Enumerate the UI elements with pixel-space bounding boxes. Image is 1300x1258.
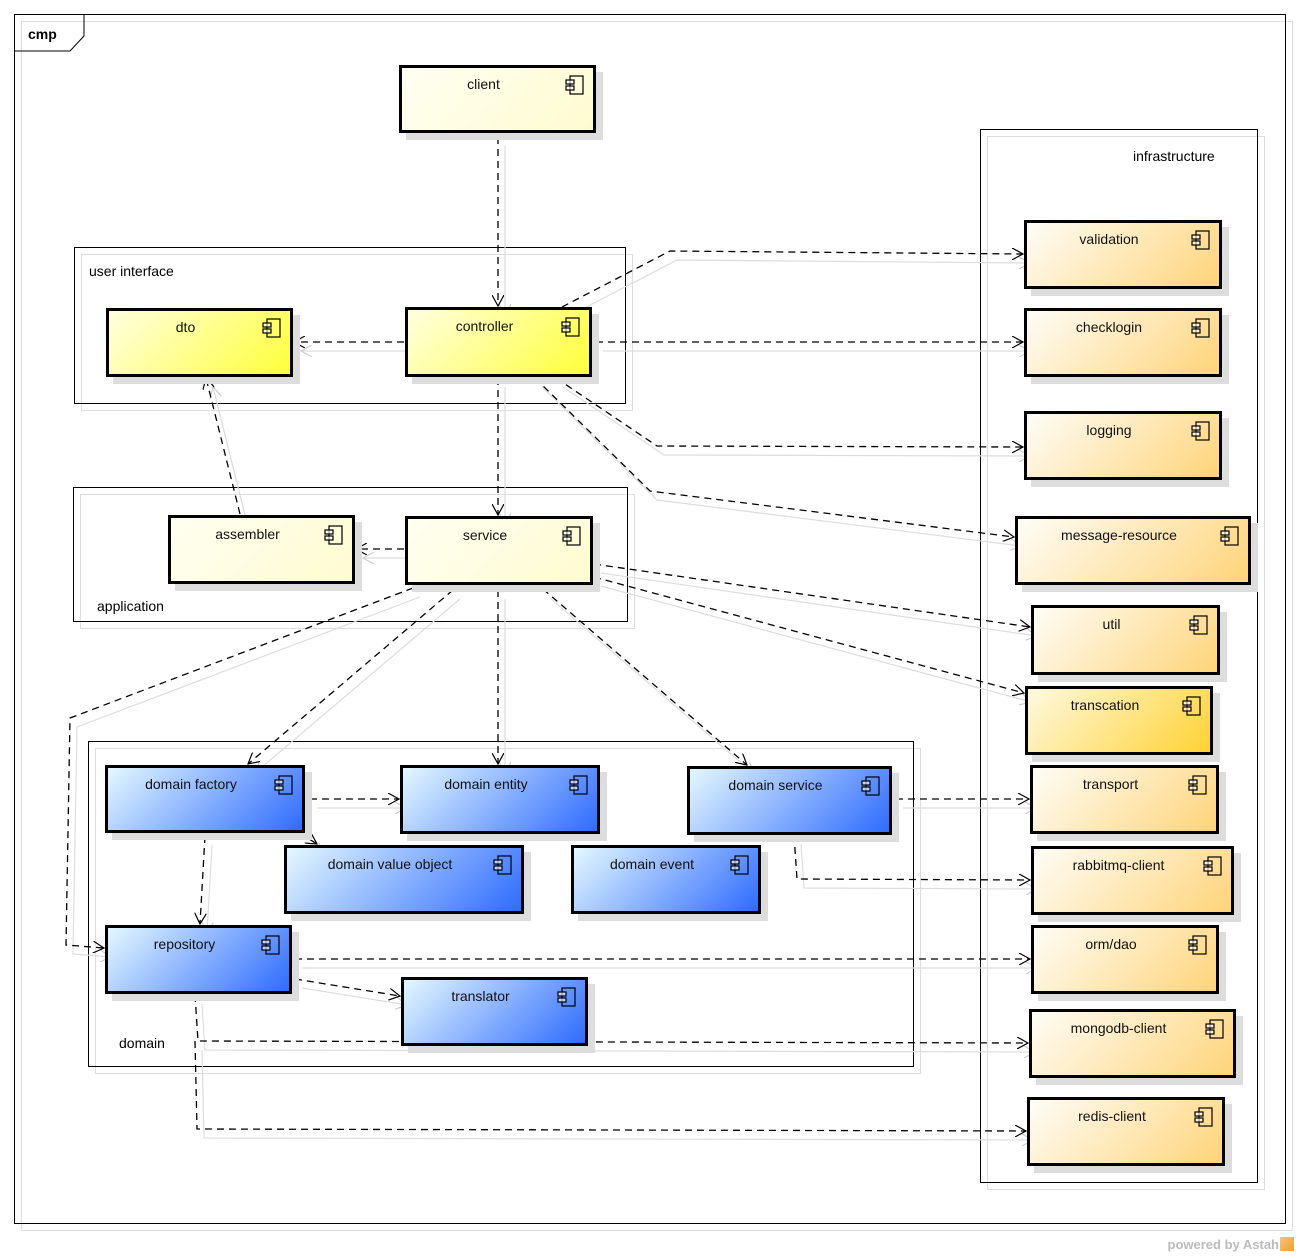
component-redis-client[interactable]: redis-client xyxy=(1027,1097,1225,1166)
component-icon xyxy=(1220,526,1239,546)
component-validation[interactable]: validation xyxy=(1024,220,1222,289)
dependency-shadow xyxy=(201,1003,1035,1052)
component-mongodb-client[interactable]: mongodb-client xyxy=(1029,1009,1236,1078)
dependency-shadow xyxy=(301,987,407,1005)
component-label: validation xyxy=(1079,231,1139,247)
dependency-domain-factory-to-repository[interactable] xyxy=(200,835,205,924)
dependency-controller-to-validation[interactable] xyxy=(561,251,1023,308)
component-message-resource[interactable]: message-resource xyxy=(1015,516,1251,585)
component-icon xyxy=(1203,856,1222,876)
dependency-shadow xyxy=(549,597,754,774)
component-dto[interactable]: dto xyxy=(106,308,293,377)
component-label: domain service xyxy=(728,777,823,793)
component-label: checklogin xyxy=(1075,319,1143,335)
component-icon xyxy=(1182,696,1201,716)
component-domain-value-object[interactable]: domain value object xyxy=(284,845,524,914)
component-label: dto xyxy=(175,319,196,335)
component-label: orm/dao xyxy=(1085,936,1137,952)
dependency-shadow xyxy=(255,598,461,773)
dependency-repository-to-translator[interactable] xyxy=(294,978,400,996)
component-repository[interactable]: repository xyxy=(105,925,292,994)
component-label: repository xyxy=(153,936,216,952)
dependency-shadow xyxy=(568,260,1030,317)
component-controller[interactable]: controller xyxy=(405,307,592,377)
component-label: logging xyxy=(1086,422,1132,438)
component-icon xyxy=(561,317,580,337)
component-icon xyxy=(261,935,280,955)
component-icon xyxy=(565,75,584,95)
component-logging[interactable]: logging xyxy=(1024,411,1222,480)
component-domain-factory[interactable]: domain factory xyxy=(105,765,305,833)
component-label: mongodb-client xyxy=(1070,1020,1167,1036)
component-domain-entity[interactable]: domain entity xyxy=(400,765,600,834)
component-icon xyxy=(1189,615,1208,635)
dependency-service-to-domain-factory[interactable] xyxy=(248,589,454,764)
component-label: client xyxy=(467,76,500,92)
component-label: message-resource xyxy=(1061,527,1177,543)
dependency-repository-to-redis-client[interactable] xyxy=(194,1040,1026,1131)
component-label: domain entity xyxy=(444,776,528,792)
component-domain-service[interactable]: domain service xyxy=(687,766,892,835)
component-icon xyxy=(1188,775,1207,795)
component-label: domain factory xyxy=(145,776,237,792)
component-icon xyxy=(569,775,588,795)
component-label: assembler xyxy=(215,526,280,542)
component-icon xyxy=(557,987,576,1007)
dependency-assembler-to-dto[interactable] xyxy=(206,378,241,515)
astah-logo-icon xyxy=(1280,1237,1294,1251)
component-icon xyxy=(1191,318,1210,338)
dependency-shadow xyxy=(213,387,248,524)
component-label: controller xyxy=(455,318,514,334)
watermark-text: powered by Astah xyxy=(1167,1237,1279,1252)
component-icon xyxy=(324,525,343,545)
dependency-shadow xyxy=(600,572,1037,636)
component-label: domain event xyxy=(609,856,695,872)
component-transport[interactable]: transport xyxy=(1030,765,1219,834)
dependency-repository-to-mongodb-client[interactable] xyxy=(194,994,1028,1043)
component-assembler[interactable]: assembler xyxy=(168,515,355,584)
component-domain-event[interactable]: domain event xyxy=(571,845,761,914)
component-orm-dao[interactable]: orm/dao xyxy=(1031,925,1219,994)
dependency-shadow xyxy=(541,386,1021,546)
component-icon xyxy=(1205,1019,1224,1039)
dependency-service-to-util[interactable] xyxy=(593,563,1030,627)
component-icon xyxy=(1194,1107,1213,1127)
component-service[interactable]: service xyxy=(405,516,593,585)
dependency-controller-to-logging[interactable] xyxy=(555,377,1023,447)
component-label: rabbitmq-client xyxy=(1072,857,1165,873)
dependency-shadow xyxy=(600,585,1031,702)
component-icon xyxy=(1191,230,1210,250)
dependency-service-to-domain-service[interactable] xyxy=(542,588,747,765)
component-client[interactable]: client xyxy=(399,65,596,133)
component-icon xyxy=(730,855,749,875)
component-label: redis-client xyxy=(1078,1108,1146,1124)
dependency-service-to-transcation[interactable] xyxy=(593,576,1024,693)
component-transcation[interactable]: transcation xyxy=(1025,686,1213,755)
component-label: transcation xyxy=(1070,697,1140,713)
component-icon xyxy=(493,855,512,875)
component-icon xyxy=(562,526,581,546)
component-label: util xyxy=(1102,616,1121,632)
dependency-shadow xyxy=(201,1049,1033,1140)
component-icon xyxy=(274,775,293,795)
component-translator[interactable]: translator xyxy=(401,977,588,1046)
dependency-shadow xyxy=(207,844,212,933)
dependency-controller-to-message-resource[interactable] xyxy=(534,377,1014,537)
dependency-shadow xyxy=(562,386,1030,456)
component-icon xyxy=(861,776,880,796)
astah-watermark: powered by Astah xyxy=(1168,1237,1294,1252)
component-icon xyxy=(1191,421,1210,441)
component-util[interactable]: util xyxy=(1031,605,1220,675)
component-checklogin[interactable]: checklogin xyxy=(1024,308,1222,377)
component-rabbitmq-client[interactable]: rabbitmq-client xyxy=(1031,846,1234,915)
component-label: transport xyxy=(1082,776,1139,792)
dependency-shadow xyxy=(800,843,1037,889)
component-label: translator xyxy=(451,988,510,1004)
component-icon xyxy=(262,318,281,338)
component-icon xyxy=(1188,935,1207,955)
component-label: service xyxy=(462,527,508,543)
component-label: domain value object xyxy=(327,856,453,872)
